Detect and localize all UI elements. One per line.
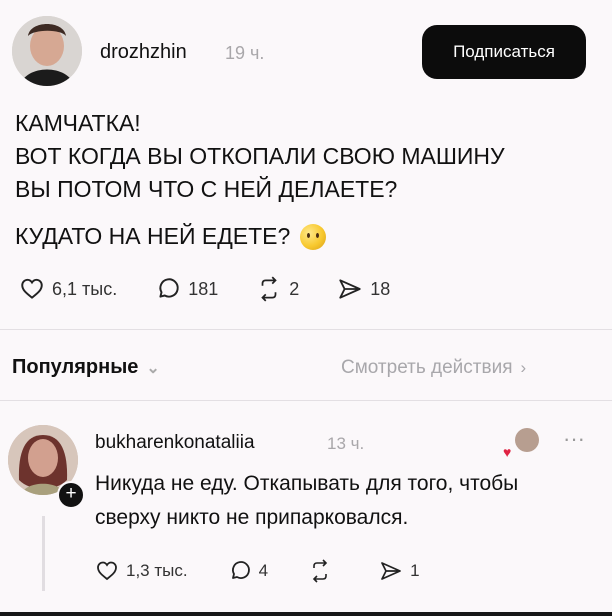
comments-divider (0, 400, 612, 401)
share-icon (339, 279, 361, 299)
reply-comment-count: 4 (258, 561, 269, 580)
chevron-down-icon: ⌄ (146, 359, 160, 377)
heart-icon (21, 278, 43, 299)
post-author-name[interactable]: drozhzhin (100, 41, 187, 64)
chevron-right-icon: › (520, 358, 527, 377)
thinking-face-icon (300, 223, 327, 250)
share-icon (381, 562, 401, 580)
comment-icon (231, 561, 250, 579)
more-options-icon[interactable]: ··· (563, 426, 585, 452)
thread-line (42, 516, 45, 591)
post-question-line: КУДАТО НА НЕЙ ЕДЕТЕ? (15, 220, 585, 253)
share-count: 18 (370, 278, 391, 299)
repost-icon (261, 276, 277, 302)
post-line-3: ВЫ ПОТОМ ЧТО С НЕЙ ДЕЛАЕТЕ? (15, 176, 398, 202)
add-follow-icon[interactable]: + (57, 481, 85, 509)
follow-button[interactable]: Подписаться (422, 25, 586, 79)
top-divider (0, 329, 612, 330)
post-actions: 6,1 тыс. 181 2 18 (19, 276, 428, 302)
sort-label: Популярные (12, 356, 139, 378)
bottom-edge-bar (0, 612, 612, 616)
like-button[interactable]: 6,1 тыс. (19, 276, 117, 302)
repost-icon (312, 559, 328, 583)
post-line-2: ВОТ КОГДА ВЫ ОТКОПАЛИ СВОЮ МАШИНУ (15, 143, 505, 169)
repost-button[interactable]: 2 (256, 276, 299, 302)
like-count: 6,1 тыс. (52, 278, 118, 299)
sort-dropdown[interactable]: Популярные ⌄ (12, 356, 160, 379)
heart-icon (97, 561, 117, 581)
post-question: КУДАТО НА НЕЙ ЕДЕТЕ? (15, 223, 291, 249)
comment-button[interactable]: 181 (155, 276, 218, 302)
comment-count: 181 (188, 278, 219, 299)
heart-badge-icon: ♥ (503, 444, 512, 460)
reply-author-name[interactable]: bukharenkonataliia (95, 432, 255, 454)
reply-like-count: 1,3 тыс. (126, 561, 188, 580)
reply-repost-button[interactable] (308, 559, 339, 583)
reply-share-count: 1 (410, 561, 420, 580)
post-time: 19 ч. (225, 43, 265, 63)
share-button[interactable]: 18 (337, 276, 390, 302)
view-actions-label: Смотреть действия (341, 357, 513, 378)
post-author-avatar[interactable] (12, 16, 82, 86)
reply-text: Никуда не еду. Откапывать для того, чтоб… (95, 472, 519, 529)
repost-count: 2 (289, 278, 300, 299)
view-actions-link[interactable]: Смотреть действия › (341, 357, 526, 379)
reply-share-button[interactable]: 1 (379, 559, 420, 583)
reply-time: 13 ч. (327, 434, 365, 453)
post-body: КАМЧАТКА! ВОТ КОГДА ВЫ ОТКОПАЛИ СВОЮ МАШ… (15, 107, 585, 253)
reply-comment-button[interactable]: 4 (228, 559, 268, 583)
comment-icon (159, 278, 179, 298)
reply-actions: 1,3 тыс. 4 1 (95, 559, 460, 583)
liked-by-avatar (515, 428, 539, 452)
reply-like-button[interactable]: 1,3 тыс. (95, 559, 188, 583)
post-line-1: КАМЧАТКА! (15, 110, 141, 136)
